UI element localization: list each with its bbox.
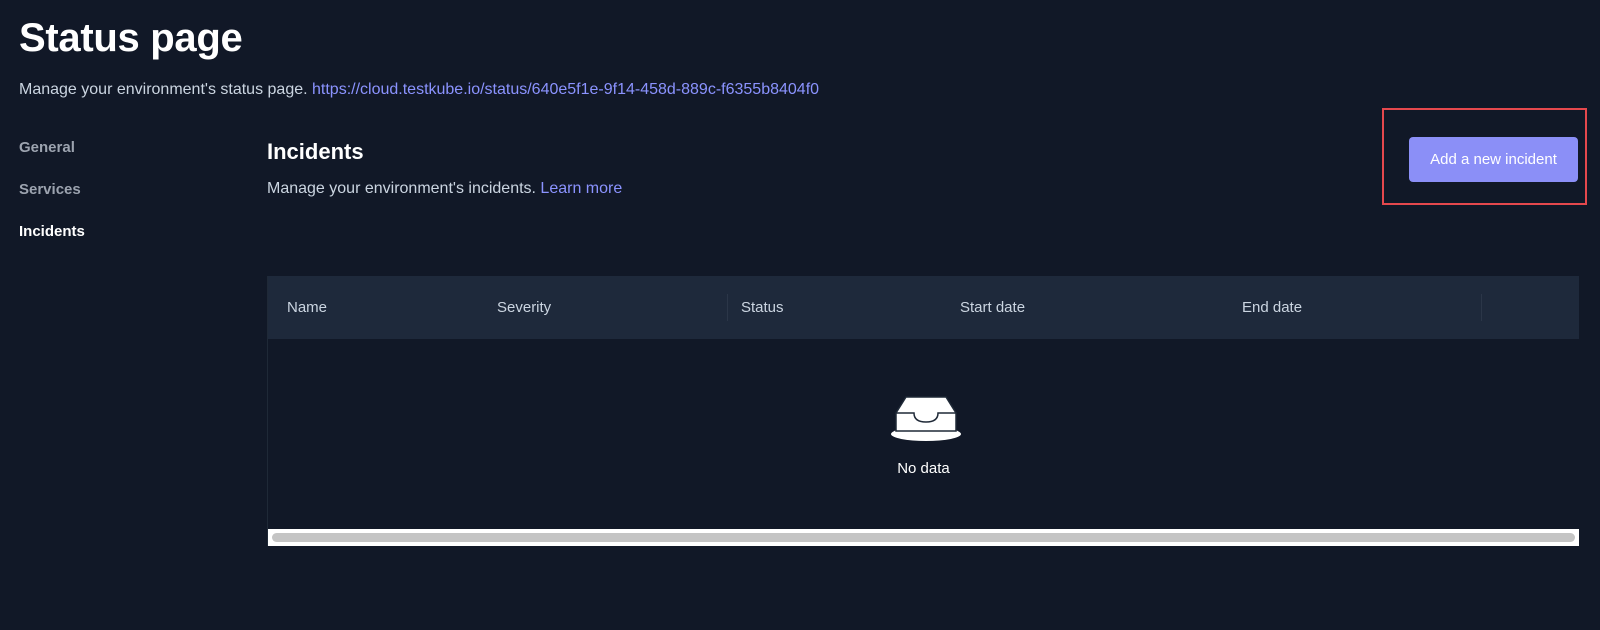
incidents-description: Manage your environment's incidents. Lea… — [267, 180, 622, 198]
sidebar-item-incidents[interactable]: Incidents — [19, 222, 219, 264]
page-title: Status page — [19, 16, 243, 60]
page-subtitle: Manage your environment's status page. h… — [19, 81, 819, 99]
column-header-end-date[interactable]: End date — [1242, 276, 1302, 339]
subtitle-text: Manage your environment's status page. — [19, 81, 312, 98]
column-header-start-date[interactable]: Start date — [960, 276, 1025, 339]
empty-inbox-icon — [891, 396, 961, 441]
add-incident-button[interactable]: Add a new incident — [1409, 137, 1578, 182]
sidebar-item-services[interactable]: Services — [19, 180, 219, 222]
column-divider — [1481, 294, 1482, 321]
incidents-table: Name Severity Status Start date End date… — [267, 276, 1579, 546]
sidebar-item-general[interactable]: General — [19, 138, 219, 180]
settings-sidebar: General Services Incidents — [19, 138, 219, 264]
incidents-description-text: Manage your environment's incidents. — [267, 180, 541, 197]
empty-state-text: No data — [897, 460, 950, 477]
learn-more-link[interactable]: Learn more — [540, 180, 622, 197]
column-header-status[interactable]: Status — [741, 276, 784, 339]
column-divider — [727, 294, 728, 321]
column-header-name[interactable]: Name — [287, 276, 327, 339]
horizontal-scrollbar[interactable] — [268, 529, 1579, 546]
status-page-link[interactable]: https://cloud.testkube.io/status/640e5f1… — [312, 81, 819, 98]
table-header: Name Severity Status Start date End date — [268, 276, 1579, 339]
incidents-title: Incidents — [267, 139, 364, 164]
empty-state: No data — [268, 339, 1579, 529]
scrollbar-thumb[interactable] — [272, 533, 1575, 542]
column-header-severity[interactable]: Severity — [497, 276, 551, 339]
